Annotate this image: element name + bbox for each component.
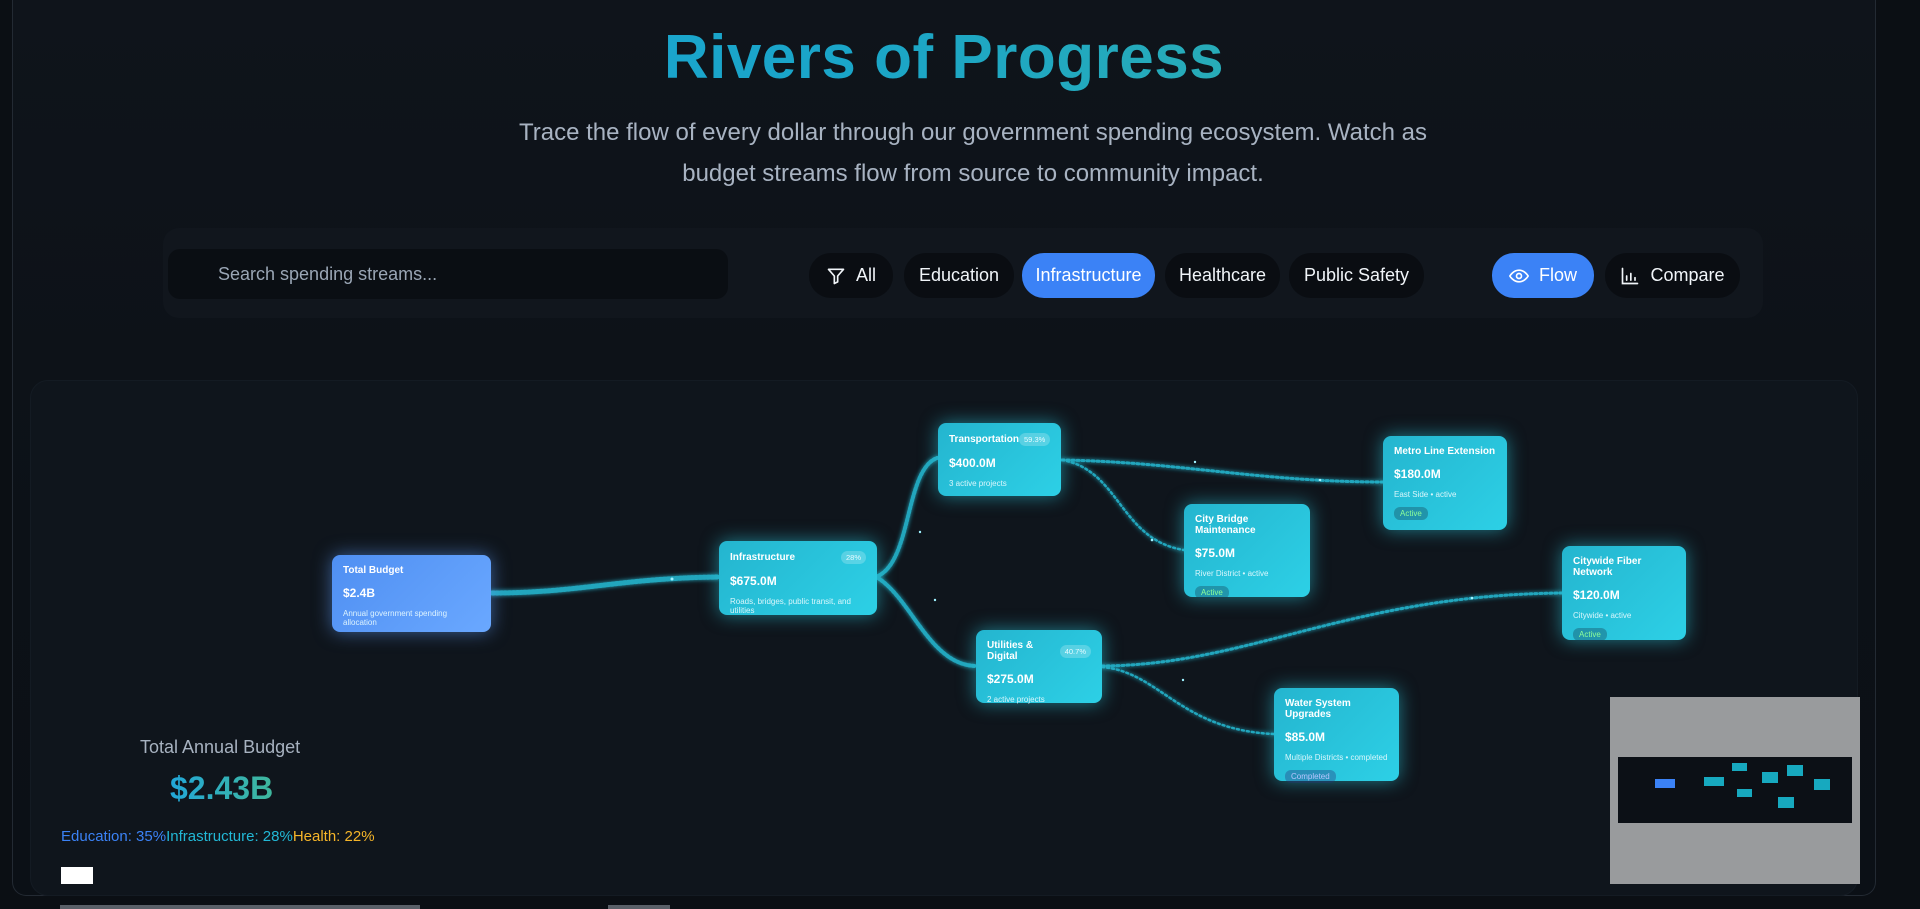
minimap-node <box>1737 789 1752 797</box>
node-water-system-upgrades[interactable]: Water System Upgrades $85.0M Multiple Di… <box>1274 688 1399 783</box>
node-amount: $85.0M <box>1285 730 1326 744</box>
node-citywide-fiber-network[interactable]: Citywide Fiber Network $120.0M Citywide … <box>1562 546 1686 641</box>
node-desc: 2 active projects <box>987 695 1045 704</box>
scroll-track <box>60 905 420 909</box>
stream-utilities-fiber <box>1100 591 1564 668</box>
node-amount: $180.0M <box>1394 467 1441 481</box>
total-budget-value: $2.43B <box>170 770 274 806</box>
legend-education: Education: 35% <box>61 828 167 845</box>
particle <box>1150 538 1154 542</box>
node-amount: $120.0M <box>1573 588 1620 602</box>
node-amount: $2.4B <box>343 586 376 600</box>
stream-transport-bridge <box>1060 458 1186 552</box>
particle <box>1470 596 1474 600</box>
node-city-bridge-maintenance[interactable]: City Bridge Maintenance $75.0M River Dis… <box>1184 504 1310 599</box>
minimap-node <box>1787 765 1803 776</box>
node-name: Water System Upgrades <box>1285 698 1351 720</box>
status-badge: Active <box>1573 628 1607 641</box>
minimap-node <box>1814 779 1830 790</box>
particle <box>1318 478 1322 482</box>
stream-total-infra <box>489 574 722 596</box>
node-name: Transportation <box>949 434 1020 445</box>
status-badge: Active <box>1195 586 1229 599</box>
particle <box>1181 678 1185 682</box>
minimap-node <box>1655 779 1675 788</box>
node-name: Citywide Fiber Network <box>1573 556 1642 578</box>
legend-health: Health: 22% <box>292 828 375 845</box>
status-badge: Completed <box>1285 770 1336 783</box>
total-budget-label: Total Annual Budget <box>140 737 301 757</box>
particle <box>1193 460 1197 464</box>
node-amount: $400.0M <box>949 456 996 470</box>
node-name: Total Budget <box>343 565 404 576</box>
node-utilities-digital[interactable]: Utilities & Digital 40.7% $275.0M 2 acti… <box>976 630 1102 704</box>
node-name: City Bridge Maintenance <box>1195 514 1256 536</box>
node-name: Utilities & Digital <box>987 640 1034 662</box>
minimap-viewport <box>1618 757 1852 823</box>
minimap-node <box>1704 777 1724 786</box>
stream-transport-metro <box>1060 458 1385 484</box>
particle <box>933 598 937 602</box>
stream-infra-transport <box>876 456 939 578</box>
budget-legend: Education: 35%Infrastructure: 28%Health:… <box>61 828 375 845</box>
node-percent-badge: 28% <box>840 551 866 564</box>
node-infrastructure[interactable]: Infrastructure 28% $675.0M Roads, bridge… <box>719 541 877 615</box>
particle <box>670 577 674 581</box>
legend-infrastructure: Infrastructure: 28% <box>166 828 293 845</box>
node-amount: $675.0M <box>730 574 777 588</box>
blank-control[interactable] <box>61 867 93 884</box>
status-badge: Active <box>1394 507 1428 520</box>
node-desc: Roads, bridges, public transit, and util… <box>730 597 851 615</box>
minimap-node <box>1762 772 1778 783</box>
node-name: Infrastructure <box>730 552 796 563</box>
node-total-budget[interactable]: Total Budget $2.4B Annual government spe… <box>332 555 491 632</box>
stream-infra-utilities <box>876 576 978 668</box>
node-desc: 3 active projects <box>949 479 1007 488</box>
node-amount: $275.0M <box>987 672 1034 686</box>
node-transportation[interactable]: Transportation 59.3% $400.0M 3 active pr… <box>938 423 1061 496</box>
node-percent-badge: 59.3% <box>1019 433 1051 446</box>
node-metro-line-extension[interactable]: Metro Line Extension $180.0M East Side •… <box>1383 436 1507 530</box>
minimap-node <box>1778 797 1794 808</box>
stream-utilities-water <box>1100 665 1276 736</box>
minimap[interactable] <box>1610 697 1860 884</box>
particle <box>918 530 922 534</box>
node-percent-badge: 40.7% <box>1059 644 1091 658</box>
node-desc: River District • active <box>1195 569 1269 578</box>
scroll-thumb[interactable] <box>608 905 670 909</box>
node-amount: $75.0M <box>1195 546 1236 560</box>
node-desc: East Side • active <box>1394 490 1457 499</box>
node-desc: Annual government spending allocation <box>343 609 448 627</box>
node-name: Metro Line Extension <box>1394 446 1496 457</box>
node-desc: Multiple Districts • completed <box>1285 753 1388 762</box>
node-desc: Citywide • active <box>1573 611 1632 620</box>
minimap-node <box>1732 763 1747 771</box>
